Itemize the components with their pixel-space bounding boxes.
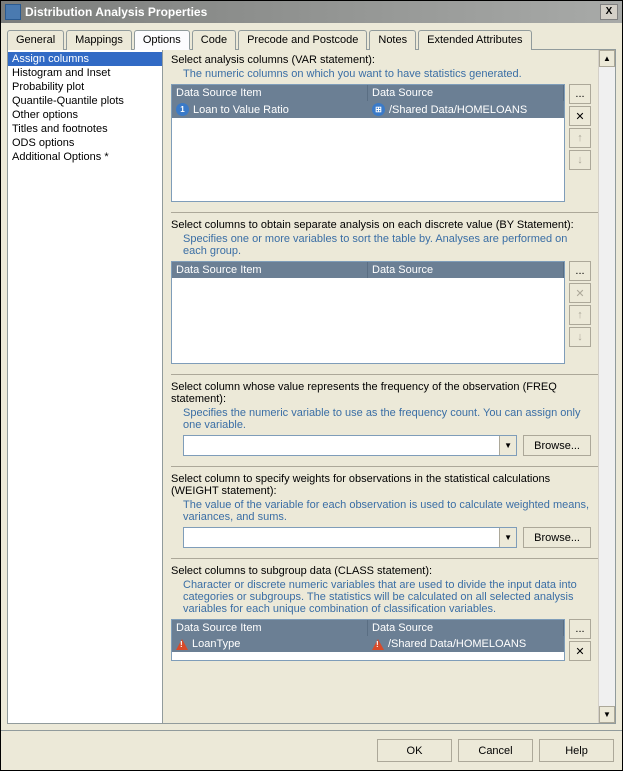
- weight-combo[interactable]: ▼: [183, 527, 517, 548]
- warning-icon: [176, 639, 188, 650]
- weight-input[interactable]: [184, 528, 499, 547]
- by-more-button[interactable]: ...: [569, 261, 591, 281]
- by-label: Select columns to obtain separate analys…: [171, 219, 591, 231]
- class-item-text: LoanType: [192, 638, 240, 650]
- freq-section: Select column whose value represents the…: [171, 381, 611, 456]
- main-panel: Select analysis columns (VAR statement):…: [163, 50, 615, 723]
- weight-dropdown-button[interactable]: ▼: [499, 528, 516, 547]
- var-section: Select analysis columns (VAR statement):…: [171, 54, 611, 202]
- class-section: Select columns to subgroup data (CLASS s…: [171, 565, 611, 661]
- scroll-down-button[interactable]: ▼: [599, 706, 615, 723]
- freq-label: Select column whose value represents the…: [171, 381, 591, 405]
- by-grid-header: Data Source Item Data Source: [172, 262, 564, 278]
- var-grid[interactable]: Data Source Item Data Source 1 Loan to Va…: [171, 84, 565, 202]
- tab-panel: Assign columns Histogram and Inset Proba…: [7, 50, 616, 724]
- tab-mappings[interactable]: Mappings: [66, 30, 132, 50]
- class-more-button[interactable]: ...: [569, 619, 591, 639]
- sidebar-item-qq[interactable]: Quantile-Quantile plots: [8, 94, 162, 108]
- class-row[interactable]: LoanType /Shared Data/HOMELOANS: [172, 636, 564, 652]
- tab-notes[interactable]: Notes: [369, 30, 416, 50]
- class-source-text: /Shared Data/HOMELOANS: [388, 638, 526, 650]
- class-col-item: Data Source Item: [172, 620, 368, 636]
- tab-extended[interactable]: Extended Attributes: [418, 30, 531, 50]
- by-grid[interactable]: Data Source Item Data Source: [171, 261, 565, 364]
- warning-icon: [372, 639, 384, 650]
- sidebar-item-titles[interactable]: Titles and footnotes: [8, 122, 162, 136]
- var-col-item: Data Source Item: [172, 85, 368, 101]
- options-sidebar: Assign columns Histogram and Inset Proba…: [8, 50, 163, 723]
- tab-general[interactable]: General: [7, 30, 64, 50]
- by-up-button[interactable]: ↑: [569, 305, 591, 325]
- separator: [171, 558, 611, 559]
- var-row[interactable]: 1 Loan to Value Ratio ⊞ /Shared Data/HOMEL…: [172, 101, 564, 118]
- close-button[interactable]: X: [600, 4, 618, 20]
- var-down-button[interactable]: ↓: [569, 150, 591, 170]
- separator: [171, 466, 611, 467]
- var-desc: The numeric columns on which you want to…: [183, 68, 591, 80]
- by-down-button[interactable]: ↓: [569, 327, 591, 347]
- scroll-track[interactable]: [599, 67, 615, 706]
- scroll-up-button[interactable]: ▲: [599, 50, 615, 67]
- by-col-item: Data Source Item: [172, 262, 368, 278]
- var-grid-header: Data Source Item Data Source: [172, 85, 564, 101]
- tab-options[interactable]: Options: [134, 30, 190, 50]
- dialog-footer: OK Cancel Help: [1, 730, 622, 770]
- separator: [171, 212, 611, 213]
- var-col-source: Data Source: [368, 85, 564, 101]
- numeric-icon: 1: [176, 103, 189, 116]
- class-grid[interactable]: Data Source Item Data Source LoanType /S…: [171, 619, 565, 661]
- var-label: Select analysis columns (VAR statement):: [171, 54, 591, 66]
- var-item-text: Loan to Value Ratio: [193, 104, 289, 116]
- sidebar-item-assign[interactable]: Assign columns: [8, 52, 162, 66]
- var-delete-button[interactable]: ✕: [569, 106, 591, 126]
- help-button[interactable]: Help: [539, 739, 614, 762]
- freq-browse-button[interactable]: Browse...: [523, 435, 591, 456]
- by-delete-button[interactable]: ✕: [569, 283, 591, 303]
- ok-button[interactable]: OK: [377, 739, 452, 762]
- sidebar-item-additional[interactable]: Additional Options *: [8, 150, 162, 164]
- by-col-source: Data Source: [368, 262, 564, 278]
- weight-label: Select column to specify weights for obs…: [171, 473, 591, 497]
- content-area: General Mappings Options Code Precode an…: [1, 23, 622, 730]
- window-title: Distribution Analysis Properties: [25, 5, 600, 19]
- main-scrollbar[interactable]: ▲ ▼: [598, 50, 615, 723]
- cancel-button[interactable]: Cancel: [458, 739, 533, 762]
- class-side-buttons: ... ✕: [569, 619, 591, 661]
- var-more-button[interactable]: ...: [569, 84, 591, 104]
- class-label: Select columns to subgroup data (CLASS s…: [171, 565, 591, 577]
- dialog-window: Distribution Analysis Properties X Gener…: [0, 0, 623, 771]
- var-source-text: /Shared Data/HOMELOANS: [389, 104, 527, 116]
- freq-combo[interactable]: ▼: [183, 435, 517, 456]
- tab-strip: General Mappings Options Code Precode an…: [7, 29, 616, 50]
- separator: [171, 374, 611, 375]
- var-up-button[interactable]: ↑: [569, 128, 591, 148]
- titlebar: Distribution Analysis Properties X: [1, 1, 622, 23]
- sidebar-item-ods[interactable]: ODS options: [8, 136, 162, 150]
- var-side-buttons: ... ✕ ↑ ↓: [569, 84, 591, 202]
- class-grid-header: Data Source Item Data Source: [172, 620, 564, 636]
- weight-section: Select column to specify weights for obs…: [171, 473, 611, 548]
- class-delete-button[interactable]: ✕: [569, 641, 591, 661]
- sidebar-item-histogram[interactable]: Histogram and Inset: [8, 66, 162, 80]
- tab-precode[interactable]: Precode and Postcode: [238, 30, 367, 50]
- freq-dropdown-button[interactable]: ▼: [499, 436, 516, 455]
- sidebar-item-probability[interactable]: Probability plot: [8, 80, 162, 94]
- freq-input[interactable]: [184, 436, 499, 455]
- by-section: Select columns to obtain separate analys…: [171, 219, 611, 364]
- weight-desc: The value of the variable for each obser…: [183, 499, 591, 523]
- tab-code[interactable]: Code: [192, 30, 236, 50]
- by-desc: Specifies one or more variables to sort …: [183, 233, 591, 257]
- sidebar-item-other[interactable]: Other options: [8, 108, 162, 122]
- weight-browse-button[interactable]: Browse...: [523, 527, 591, 548]
- class-desc: Character or discrete numeric variables …: [183, 579, 591, 615]
- table-icon: ⊞: [372, 103, 385, 116]
- freq-desc: Specifies the numeric variable to use as…: [183, 407, 591, 431]
- by-side-buttons: ... ✕ ↑ ↓: [569, 261, 591, 364]
- class-col-source: Data Source: [368, 620, 564, 636]
- app-icon: [5, 4, 21, 20]
